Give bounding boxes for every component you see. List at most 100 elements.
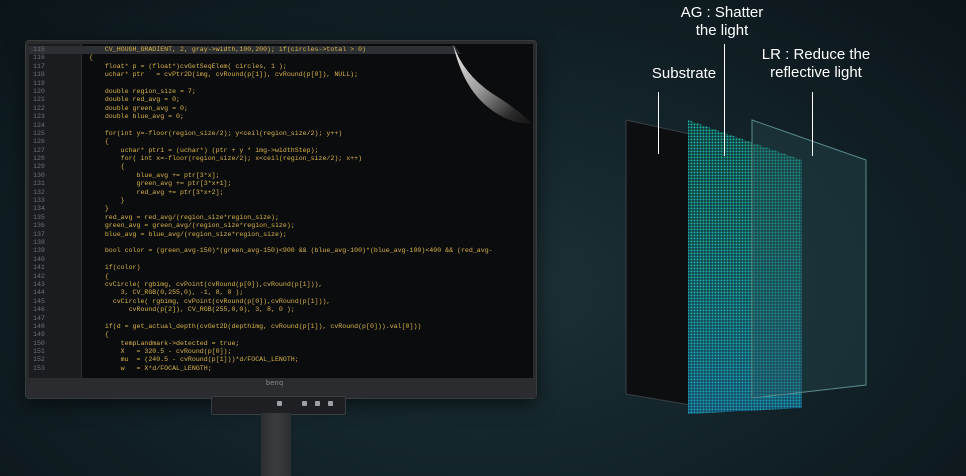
line-number: 122 xyxy=(33,104,45,112)
code-text: double region_size = 7; xyxy=(89,87,196,95)
code-line: 118 uchar* ptr = cvPtr2D(img, cvRound(p[… xyxy=(29,71,533,79)
fold-marker xyxy=(53,323,83,331)
line-number: 148 xyxy=(33,322,45,330)
lr-label: LR : Reduce the reflective light xyxy=(748,46,884,82)
monitor-screen: 115 CV_HOUGH_GRADIENT, 2, gray->width,10… xyxy=(29,44,533,378)
code-line: 140 xyxy=(29,256,533,264)
line-number: 128 xyxy=(33,155,45,163)
fold-marker xyxy=(53,155,83,163)
line-number: 145 xyxy=(33,297,45,305)
code-line: 142 { xyxy=(29,273,533,281)
fold-marker xyxy=(53,273,83,281)
line-number: 132 xyxy=(33,188,45,196)
line-number: 126 xyxy=(33,138,45,146)
line-number: 141 xyxy=(33,264,45,272)
lr-label-line1: LR : Reduce the xyxy=(761,46,871,63)
line-number: 149 xyxy=(33,331,45,339)
code-line: 119 xyxy=(29,80,533,88)
fold-marker xyxy=(53,348,83,356)
line-number: 142 xyxy=(33,272,45,280)
line-number: 136 xyxy=(33,222,45,230)
lr-label-line2: reflective light xyxy=(770,64,862,81)
code-editor: 115 CV_HOUGH_GRADIENT, 2, gray->width,10… xyxy=(29,46,533,373)
code-line: 115 CV_HOUGH_GRADIENT, 2, gray->width,10… xyxy=(29,46,533,55)
fold-marker xyxy=(53,331,83,339)
code-text: if(d = get_actual_depth(cvGet2D(depthimg… xyxy=(89,322,422,330)
fold-marker xyxy=(53,46,83,54)
code-text: blue_avg = blue_avg/(region_size*region_… xyxy=(89,230,287,238)
fold-marker xyxy=(53,54,83,62)
fold-marker xyxy=(53,315,83,323)
fold-marker xyxy=(53,247,83,255)
code-line: 134 } xyxy=(29,205,533,213)
fold-marker xyxy=(53,197,83,205)
code-text: double red_avg = 0; xyxy=(89,96,181,104)
code-line: 116 { xyxy=(29,54,533,62)
code-text: X = 320.5 - cvRound(p[0]); xyxy=(89,348,232,356)
code-text: cvCircle( rgbimg, cvPoint(cvRound(p[0]),… xyxy=(89,297,331,305)
code-line: 129 { xyxy=(29,163,533,171)
substrate-callout-line xyxy=(658,92,659,154)
code-line: 126 { xyxy=(29,138,533,146)
line-number: 144 xyxy=(33,289,45,297)
code-line: 147 xyxy=(29,315,533,323)
fold-marker xyxy=(53,340,83,348)
line-number: 130 xyxy=(33,171,45,179)
fold-marker xyxy=(53,172,83,180)
code-line: 152 mu = (240.5 - cvRound(p[1]))*d/FOCAL… xyxy=(29,356,533,364)
fold-marker xyxy=(53,163,83,171)
code-line: 125 for(int y=-floor(region_size/2); y<c… xyxy=(29,130,533,138)
fold-marker xyxy=(53,298,83,306)
line-number: 125 xyxy=(33,129,45,137)
line-number: 116 xyxy=(33,54,45,62)
fold-marker xyxy=(53,138,83,146)
code-text: } xyxy=(89,197,125,205)
code-line: 124 xyxy=(29,122,533,130)
fold-marker xyxy=(53,365,83,373)
line-number: 138 xyxy=(33,238,45,246)
code-text: mu = (240.5 - cvRound(p[1]))*d/FOCAL_LEN… xyxy=(89,356,299,364)
code-line: 148 if(d = get_actual_depth(cvGet2D(dept… xyxy=(29,323,533,331)
code-text: 3, CV_RGB(0,255,0), -1, 8, 0 ); xyxy=(89,289,244,297)
fold-marker xyxy=(53,130,83,138)
code-line: 145 cvCircle( rgbimg, cvPoint(cvRound(p[… xyxy=(29,298,533,306)
ag-callout-line xyxy=(724,44,725,156)
code-line: 120 double region_size = 7; xyxy=(29,88,533,96)
code-line: 135 red_avg = red_avg/(region_size*regio… xyxy=(29,214,533,222)
code-line: 117 float* p = (float*)cvGetSeqElem( cir… xyxy=(29,63,533,71)
line-number: 134 xyxy=(33,205,45,213)
fold-marker xyxy=(53,122,83,130)
fold-marker xyxy=(53,180,83,188)
code-line: 153 w = X*d/FOCAL_LENGTH; xyxy=(29,365,533,373)
line-number: 131 xyxy=(33,180,45,188)
code-line: 138 xyxy=(29,239,533,247)
monitor-illustration: 115 CV_HOUGH_GRADIENT, 2, gray->width,10… xyxy=(26,41,536,398)
brand-logo: benq xyxy=(266,380,284,387)
code-text: { xyxy=(89,331,109,339)
code-text: green_avg = green_avg/(region_size*regio… xyxy=(89,222,295,230)
code-text: CV_HOUGH_GRADIENT, 2, gray->width,100,20… xyxy=(89,46,366,53)
fold-marker xyxy=(53,96,83,104)
fold-marker xyxy=(53,256,83,264)
fold-marker xyxy=(53,306,83,314)
ag-label-line1: AG : Shatter xyxy=(680,4,764,21)
line-number: 153 xyxy=(33,364,45,372)
fold-marker xyxy=(53,80,83,88)
control-button-icon xyxy=(315,401,320,406)
line-number: 118 xyxy=(33,71,45,79)
code-line: 127 uchar* ptr1 = (uchar*) (ptr + y * im… xyxy=(29,147,533,155)
fold-marker xyxy=(53,239,83,247)
code-text: green_avg += ptr[3*x+1]; xyxy=(89,180,232,188)
lr-callout-line xyxy=(812,92,813,156)
code-line: 149 { xyxy=(29,331,533,339)
panel-layer-diagram: Substrate AG : Shatter the light LR : Re… xyxy=(600,0,966,476)
fold-marker xyxy=(53,205,83,213)
line-number: 115 xyxy=(33,46,45,53)
line-number: 123 xyxy=(33,113,45,121)
code-text: tempLandmark->detected = true; xyxy=(89,339,240,347)
code-text: w = X*d/FOCAL_LENGTH; xyxy=(89,364,212,372)
